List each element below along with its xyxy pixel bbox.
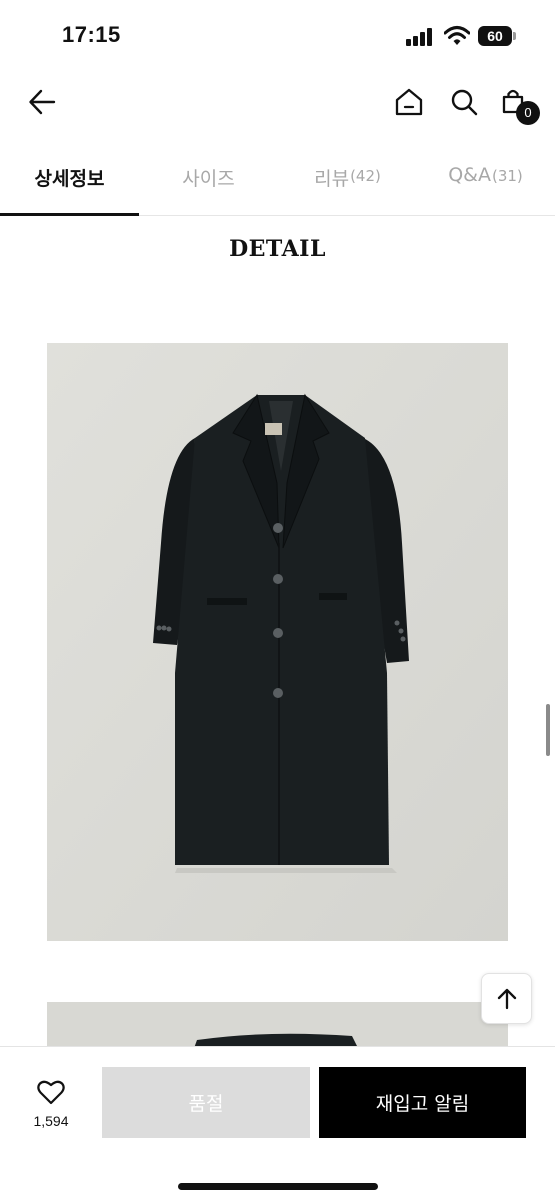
status-time: 17:15	[62, 22, 121, 47]
arrow-up-icon	[497, 988, 516, 1009]
soldout-button[interactable]: 품절	[102, 1067, 310, 1138]
tab-qna[interactable]: Q&A (31)	[416, 148, 555, 216]
top-nav-bar: 0	[0, 72, 555, 134]
tab-reviews[interactable]: 리뷰 (42)	[278, 148, 417, 216]
heart-icon	[37, 1080, 65, 1105]
wifi-icon	[444, 26, 470, 45]
active-tab-indicator	[0, 213, 139, 216]
coat-illustration	[47, 343, 508, 941]
back-button[interactable]	[24, 84, 60, 120]
search-icon	[451, 89, 478, 116]
bottom-action-bar: 1,594 품절 재입고 알림	[0, 1046, 555, 1200]
like-button[interactable]: 1,594	[20, 1077, 82, 1137]
status-bar: 17:15 60	[0, 0, 555, 72]
detail-tabs: 상세정보 사이즈 리뷰 (42) Q&A (31)	[0, 148, 555, 216]
home-icon	[395, 88, 423, 116]
scrollbar[interactable]	[546, 704, 550, 756]
home-indicator	[178, 1183, 378, 1190]
tab-label: Q&A	[448, 164, 491, 186]
cart-button[interactable]: 0	[497, 84, 540, 125]
product-image-coat	[47, 343, 508, 941]
home-button[interactable]	[391, 84, 427, 120]
tab-count: (31)	[491, 167, 523, 185]
scroll-to-top-button[interactable]	[481, 973, 532, 1024]
battery-level: 60	[487, 28, 503, 44]
tab-count: (42)	[350, 167, 381, 185]
restock-alert-button[interactable]: 재입고 알림	[319, 1067, 526, 1138]
search-button[interactable]	[446, 84, 482, 120]
battery-icon: 60	[478, 26, 516, 46]
tab-detail-info[interactable]: 상세정보	[0, 148, 139, 216]
cellular-signal-icon	[406, 28, 434, 46]
tab-label: 상세정보	[34, 168, 105, 190]
detail-section-title: DETAIL	[229, 236, 326, 262]
arrow-left-icon	[29, 89, 56, 115]
tab-label: 리뷰	[314, 168, 350, 190]
like-count: 1,594	[33, 1113, 69, 1129]
tab-label: 사이즈	[182, 168, 235, 190]
cart-count-badge: 0	[516, 101, 540, 125]
tab-size[interactable]: 사이즈	[139, 148, 278, 216]
